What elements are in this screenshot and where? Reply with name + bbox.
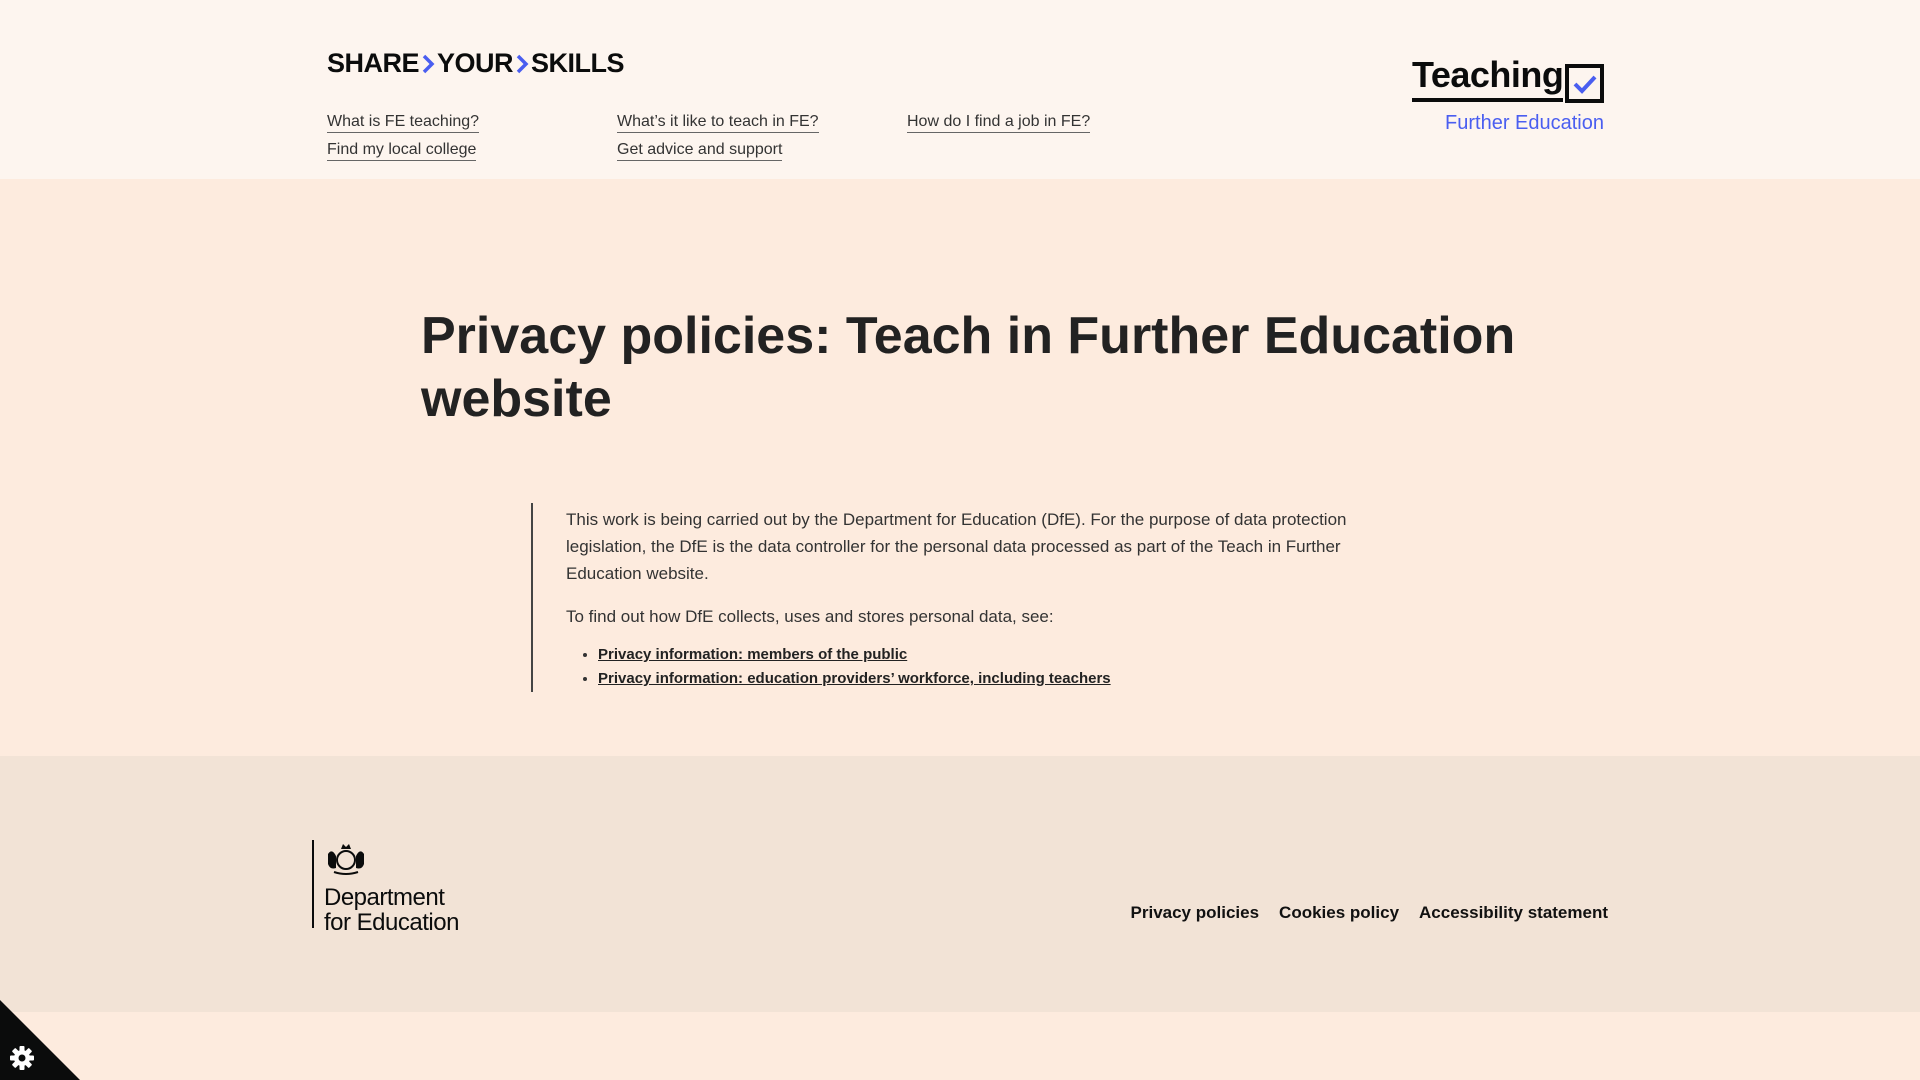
teaching-logo-word: Teaching [1412, 56, 1564, 102]
footer-link-cookies[interactable]: Cookies policy [1279, 903, 1399, 923]
nav-link-find-local-college[interactable]: Find my local college [327, 140, 477, 161]
check-icon [1565, 64, 1604, 103]
nav-link-advice-support[interactable]: Get advice and support [617, 140, 783, 161]
dfe-name-line1: Department [324, 884, 445, 911]
site-header: SHARE YOUR SKILLS What is FE teaching? F… [0, 0, 1920, 179]
footer-links: Privacy policies Cookies policy Accessib… [1131, 903, 1608, 923]
brand-part-your: YOUR [437, 48, 514, 78]
brand-part-share: SHARE [327, 48, 420, 78]
privacy-links-list: Privacy information: members of the publ… [566, 643, 1391, 691]
footer-link-accessibility[interactable]: Accessibility statement [1419, 903, 1608, 923]
royal-crest-icon [328, 844, 364, 875]
list-item: Privacy information: education providers… [598, 667, 1391, 691]
nav-column-2: What’s it like to teach in FE? Get advic… [617, 112, 819, 168]
cookie-settings-button[interactable] [0, 1000, 80, 1080]
lead-paragraph: To find out how DfE collects, uses and s… [566, 607, 1054, 626]
nav-link-what-its-like[interactable]: What’s it like to teach in FE? [617, 112, 819, 133]
gear-icon [10, 1046, 34, 1070]
site-footer: Department for Education Privacy policie… [0, 756, 1920, 1012]
nav-link-what-is-fe-teaching[interactable]: What is FE teaching? [327, 112, 480, 133]
dfe-logo[interactable]: Department for Education [312, 840, 459, 935]
nav-column-1: What is FE teaching? Find my local colle… [327, 112, 480, 168]
page-title: Privacy policies: Teach in Further Educa… [421, 307, 1516, 428]
teaching-logo-subtitle: Further Education [1445, 112, 1604, 134]
chevron-right-icon [515, 54, 529, 74]
privacy-link-workforce[interactable]: Privacy information: education providers… [598, 670, 1111, 687]
privacy-content: This work is being carried out by the De… [531, 503, 1391, 692]
brand-part-skills: SKILLS [531, 48, 625, 78]
privacy-link-public[interactable]: Privacy information: members of the publ… [598, 646, 907, 663]
nav-link-find-job[interactable]: How do I find a job in FE? [907, 112, 1091, 133]
share-your-skills-logo[interactable]: SHARE YOUR SKILLS [327, 48, 625, 79]
teaching-fe-logo[interactable]: Teaching Further Education [1412, 56, 1604, 142]
intro-paragraph: This work is being carried out by the De… [566, 510, 1347, 583]
chevron-right-icon [421, 54, 435, 74]
footer-link-privacy[interactable]: Privacy policies [1131, 903, 1260, 923]
nav-column-3: How do I find a job in FE? [907, 112, 1091, 140]
dfe-name-line2: for Education [324, 909, 459, 936]
list-item: Privacy information: members of the publ… [598, 643, 1391, 667]
